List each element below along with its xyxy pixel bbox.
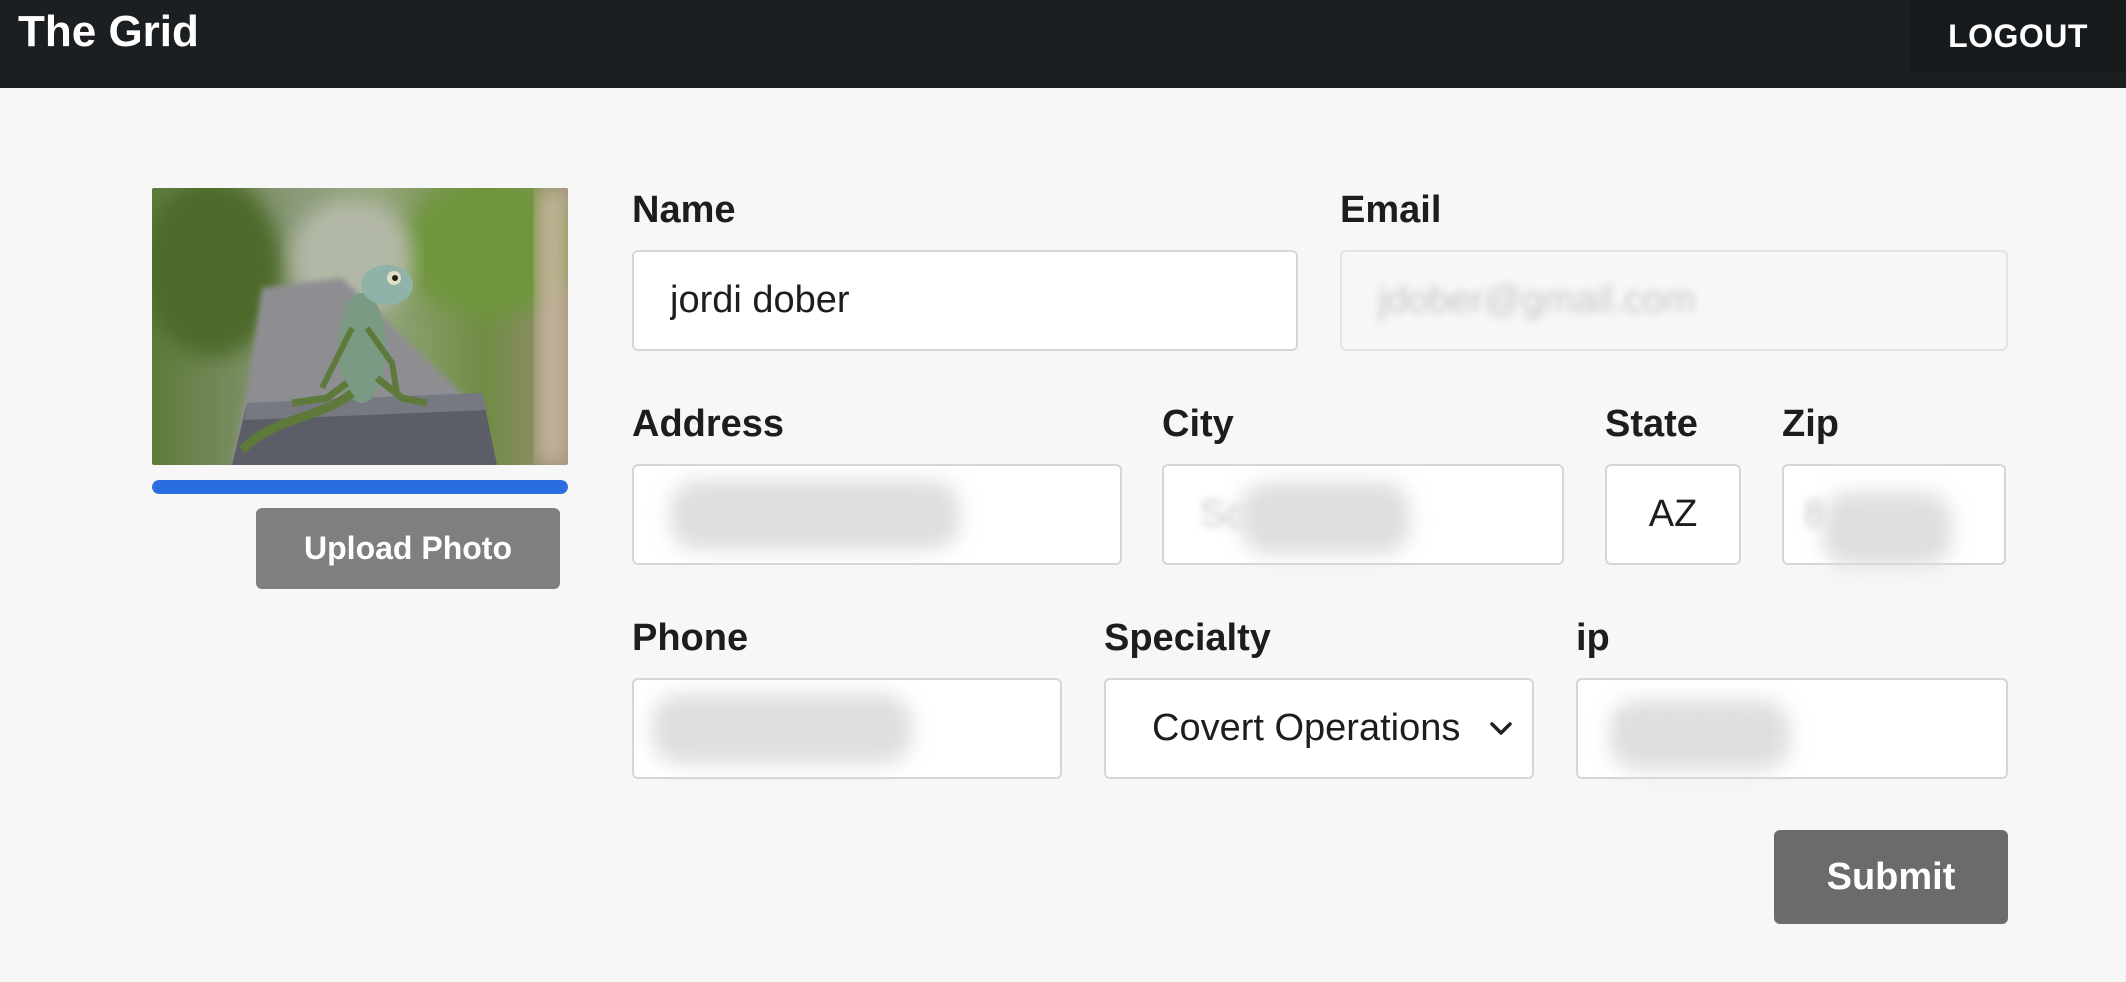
ip-value: 127.0.0.1	[1614, 707, 1773, 749]
specialty-selected: Covert Operations	[1152, 707, 1461, 749]
logout-button[interactable]: LOGOUT	[1910, 0, 2126, 72]
upload-photo-button[interactable]: Upload Photo	[256, 508, 560, 589]
state-input[interactable]	[1605, 464, 1741, 565]
submit-button[interactable]: Submit	[1774, 830, 2008, 924]
name-label: Name	[632, 189, 736, 231]
state-label: State	[1605, 403, 1698, 445]
phone-input[interactable]	[632, 678, 1062, 779]
ip-input[interactable]: 127.0.0.1	[1576, 678, 2008, 779]
brand-title[interactable]: The Grid	[18, 4, 199, 60]
city-value: Sc	[1200, 493, 1245, 535]
city-input[interactable]: Sc	[1162, 464, 1564, 565]
zip-value: 8	[1804, 493, 1826, 535]
zip-input[interactable]: 8	[1782, 464, 2006, 565]
address-label: Address	[632, 403, 785, 445]
specialty-label: Specialty	[1104, 617, 1271, 659]
city-label: City	[1162, 403, 1234, 445]
zip-label: Zip	[1782, 403, 1839, 445]
lizard-photo-icon	[152, 188, 568, 465]
top-navbar: The Grid LOGOUT	[0, 0, 2126, 88]
ip-label: ip	[1576, 617, 1610, 659]
chevron-down-icon	[1490, 722, 1512, 735]
email-label: Email	[1340, 189, 1442, 231]
email-input[interactable]: jdober@gmail.com	[1340, 250, 2008, 351]
profile-photo	[152, 188, 568, 465]
name-input[interactable]	[632, 250, 1298, 351]
email-value: jdober@gmail.com	[1378, 279, 1696, 321]
phone-label: Phone	[632, 617, 749, 659]
address-input[interactable]	[632, 464, 1122, 565]
upload-progress-fill	[152, 480, 568, 494]
specialty-select[interactable]: Covert Operations	[1104, 678, 1534, 779]
upload-progress-bar	[152, 480, 568, 494]
